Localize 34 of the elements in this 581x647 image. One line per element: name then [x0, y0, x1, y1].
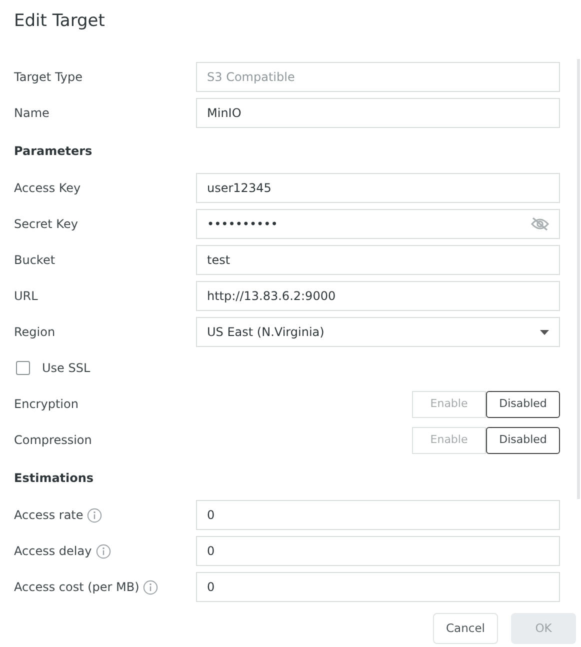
input-field[interactable]: user12345 [196, 173, 560, 203]
toggle-button[interactable]: Disabled [486, 390, 560, 418]
input-field[interactable]: 0 [196, 536, 560, 566]
info-icon[interactable] [96, 544, 111, 558]
section-heading: Estimations [14, 470, 94, 486]
input-field[interactable]: test [196, 245, 560, 275]
field-label: Access delay [14, 543, 92, 560]
checkbox[interactable] [16, 361, 30, 375]
field-label: Access Key [14, 180, 81, 197]
hide-password-icon[interactable] [531, 217, 549, 231]
input-field[interactable]: 0 [196, 500, 560, 530]
input-field[interactable]: http://13.83.6.2:9000 [196, 281, 560, 311]
info-icon[interactable] [87, 508, 102, 522]
dropdown-field[interactable]: US East (N.Virginia) [196, 317, 560, 347]
checkbox-label: Use SSL [42, 360, 90, 377]
field-label: Compression [14, 432, 92, 449]
password-field[interactable]: •••••••••• [196, 209, 560, 239]
cancel-button[interactable]: Cancel [433, 613, 498, 644]
field-label: Encryption [14, 396, 78, 413]
info-icon[interactable] [143, 580, 158, 594]
field-label: URL [14, 288, 38, 305]
field-label: Access cost (per MB) [14, 579, 140, 596]
field-label: Secret Key [14, 216, 78, 233]
input-field[interactable]: 0 [196, 572, 560, 602]
field-label: Target Type [14, 69, 83, 86]
field-label: Region [14, 324, 56, 341]
toggle-button[interactable]: Disabled [486, 426, 560, 454]
field-label: Bucket [14, 252, 56, 269]
input-field[interactable]: MinIO [196, 98, 560, 128]
section-heading: Parameters [14, 142, 92, 160]
field-label: Access rate [14, 507, 84, 524]
field-label: Name [14, 105, 50, 122]
dialog-title: Edit Target [13, 10, 106, 33]
caret-icon [540, 330, 549, 334]
